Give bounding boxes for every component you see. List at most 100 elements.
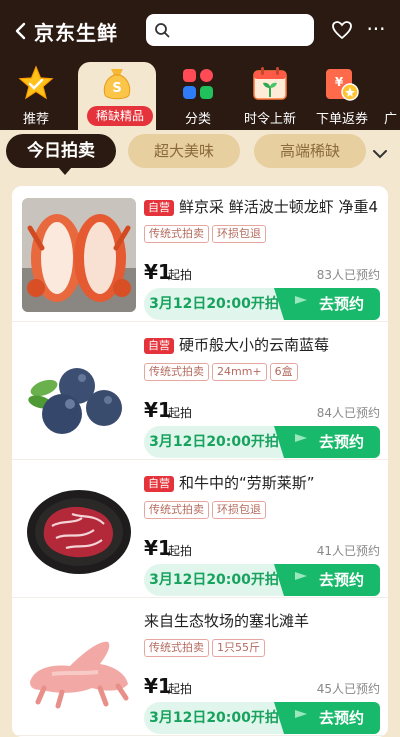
self-operated-badge: 自营 — [144, 476, 174, 492]
auction-start-time: 3月12日20:00开拍 — [144, 288, 284, 320]
tag: 传统式拍卖 — [144, 639, 209, 657]
tab-premium-rare[interactable]: 高端稀缺 — [254, 134, 366, 168]
favorite-button[interactable] — [331, 19, 353, 41]
category-rare[interactable]: S 稀缺精品 — [81, 62, 153, 130]
product-image — [22, 612, 136, 726]
product-title-text: 鲜京采 鲜活波士顿龙虾 净重4 — [179, 198, 379, 216]
coupon-icon: ¥ — [326, 69, 359, 101]
page-title: 京东生鲜 — [34, 20, 118, 45]
heart-icon — [332, 21, 352, 40]
reserve-button-label: 去预约 — [318, 295, 364, 313]
tag: 传统式拍卖 — [144, 225, 209, 243]
reservation-count: 41人已预约 — [316, 544, 380, 558]
svg-text:¥: ¥ — [335, 75, 344, 89]
auction-start-time: 3月12日20:00开拍 — [144, 564, 284, 596]
category-label: 下单返券 — [315, 112, 368, 127]
tab-today-auction[interactable]: 今日拍卖 — [6, 134, 116, 175]
reservation-count: 83人已预约 — [316, 268, 380, 282]
more-dots-icon: ··· — [366, 17, 386, 41]
money-bag-icon: S — [103, 69, 131, 100]
category-label: 广 — [384, 112, 398, 127]
start-label: 起拍 — [168, 682, 193, 696]
product-image — [22, 336, 136, 450]
reserve-button-label: 去预约 — [318, 571, 364, 589]
chevron-left-icon — [15, 22, 26, 40]
product-card[interactable]: 自营 鲜京采 鲜活波士顿龙虾 净重4 传统式拍卖 环损包退 ¥1 起拍 83人已预约… — [12, 186, 388, 322]
self-operated-badge: 自营 — [144, 338, 174, 354]
reserve-button[interactable]: 去预约 — [274, 702, 380, 734]
search-box[interactable] — [146, 14, 314, 46]
start-label: 起拍 — [168, 268, 193, 282]
tag: 环损包退 — [212, 225, 266, 243]
product-info: 自营 和牛中的“劳斯莱斯” 传统式拍卖 环损包退 ¥1 起拍 41人已预约 3月12… — [144, 472, 380, 596]
product-list: 自营 鲜京采 鲜活波士顿龙虾 净重4 传统式拍卖 环损包退 ¥1 起拍 83人已预约… — [12, 186, 388, 737]
star-icon — [18, 65, 54, 100]
reservation-count: 84人已预约 — [316, 406, 380, 420]
category-recommend[interactable]: 推荐 — [0, 62, 72, 130]
lobster-image — [22, 198, 136, 312]
reserve-button-label: 去预约 — [318, 433, 364, 451]
tag: 1只55斤 — [212, 639, 265, 657]
product-tags: 传统式拍卖 24mm+ 6盒 — [144, 360, 380, 381]
auction-start-time: 3月12日20:00开拍 — [144, 426, 284, 458]
product-title: 来自生态牧场的塞北滩羊 — [144, 610, 380, 632]
product-card[interactable]: 自营 和牛中的“劳斯莱斯” 传统式拍卖 环损包退 ¥1 起拍 41人已预约 3月12… — [12, 462, 388, 598]
reserve-button[interactable]: 去预约 — [274, 426, 380, 458]
product-title: 自营 和牛中的“劳斯莱斯” — [144, 472, 380, 494]
flag-icon — [295, 572, 307, 588]
product-info: 自营 鲜京采 鲜活波士顿龙虾 净重4 传统式拍卖 环损包退 ¥1 起拍 83人已预约… — [144, 196, 380, 320]
product-title-text: 硬币般大小的云南蓝莓 — [179, 336, 330, 354]
product-card[interactable]: 来自生态牧场的塞北滩羊 传统式拍卖 1只55斤 ¥1 起拍 45人已预约 3月12… — [12, 600, 388, 736]
product-tags: 传统式拍卖 环损包退 — [144, 498, 380, 519]
category-coupon[interactable]: ¥ 下单返券 — [306, 62, 378, 130]
flag-icon — [295, 710, 307, 726]
reserve-button[interactable]: 去预约 — [274, 288, 380, 320]
back-button[interactable] — [10, 20, 30, 42]
tag: 6盒 — [269, 363, 298, 381]
more-button[interactable]: ··· — [363, 16, 389, 42]
calendar-icon — [253, 67, 287, 100]
category-bar: 推荐 S 稀缺精品 分类 时令上新 ¥ 下单返券 广 — [0, 62, 400, 130]
price-line: ¥1 起拍 84人已预约 — [144, 398, 380, 428]
search-input[interactable] — [176, 22, 306, 38]
product-tags: 传统式拍卖 1只55斤 — [144, 636, 380, 657]
price-line: ¥1 起拍 83人已预约 — [144, 260, 380, 290]
svg-text:S: S — [112, 81, 121, 96]
reserve-button[interactable]: 去预约 — [274, 564, 380, 596]
product-info: 自营 硬币般大小的云南蓝莓 传统式拍卖 24mm+ 6盒 ¥1 起拍 84人已预约 3… — [144, 334, 380, 458]
search-icon — [155, 23, 170, 38]
product-title-text: 来自生态牧场的塞北滩羊 — [144, 612, 310, 630]
tag: 传统式拍卖 — [144, 501, 209, 519]
product-title: 自营 鲜京采 鲜活波士顿龙虾 净重4 — [144, 196, 380, 218]
category-label: 时令上新 — [243, 112, 296, 127]
tag: 24mm+ — [212, 363, 267, 381]
price-line: ¥1 起拍 41人已预约 — [144, 536, 380, 566]
auction-start-time: 3月12日20:00开拍 — [144, 702, 284, 734]
auction-tabs: 今日拍卖 超大美味 高端稀缺 — [0, 130, 400, 176]
product-info: 来自生态牧场的塞北滩羊 传统式拍卖 1只55斤 ¥1 起拍 45人已预约 3月12… — [144, 610, 380, 734]
grid-icon — [183, 69, 213, 99]
reserve-button-label: 去预约 — [318, 709, 364, 727]
category-seasonal[interactable]: 时令上新 — [234, 62, 306, 130]
reservation-count: 45人已预约 — [316, 682, 380, 696]
tag: 传统式拍卖 — [144, 363, 209, 381]
product-image — [22, 198, 136, 312]
tag: 环损包退 — [212, 501, 266, 519]
expand-tabs-button[interactable] — [368, 144, 392, 164]
price-line: ¥1 起拍 45人已预约 — [144, 674, 380, 704]
product-title-text: 和牛中的“劳斯莱斯” — [179, 474, 315, 492]
category-more[interactable]: 广 — [382, 62, 400, 130]
category-classify[interactable]: 分类 — [162, 62, 234, 130]
self-operated-badge: 自营 — [144, 200, 174, 216]
product-card[interactable]: 自营 硬币般大小的云南蓝莓 传统式拍卖 24mm+ 6盒 ¥1 起拍 84人已预约 3… — [12, 324, 388, 460]
blueberry-image — [22, 336, 136, 450]
product-image — [22, 474, 136, 588]
category-label: 推荐 — [22, 112, 49, 127]
action-bar: 3月12日20:00开拍 去预约 — [144, 564, 380, 596]
start-label: 起拍 — [168, 406, 193, 420]
beef-steak-image — [22, 474, 136, 588]
category-label: 分类 — [184, 112, 211, 127]
chevron-down-icon — [373, 150, 387, 159]
tab-super-delicious[interactable]: 超大美味 — [128, 134, 240, 168]
action-bar: 3月12日20:00开拍 去预约 — [144, 426, 380, 458]
